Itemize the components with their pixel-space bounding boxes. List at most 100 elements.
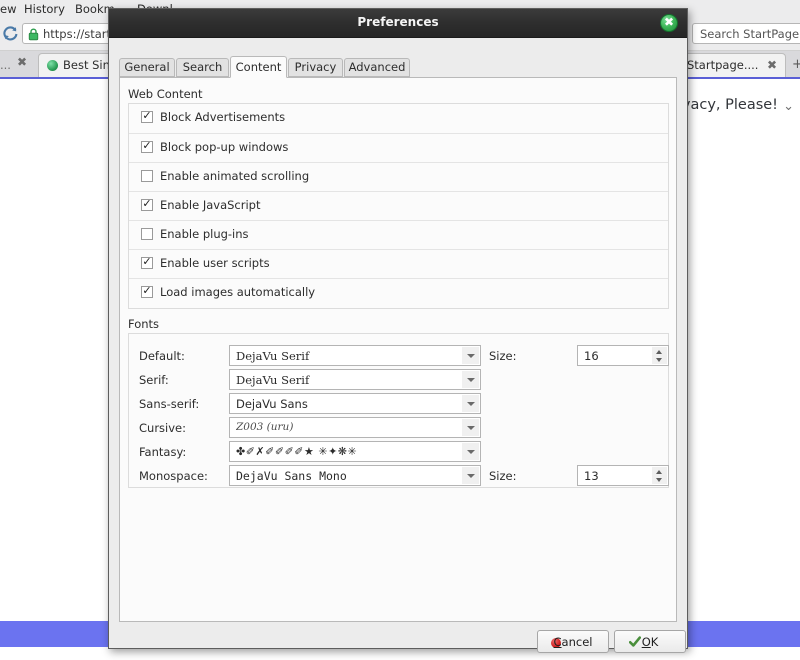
web-content-groupbox: ✓ Block Advertisements ✓ Block pop-up wi… xyxy=(128,103,669,309)
font-value-sans-serif: DejaVu Sans xyxy=(236,397,458,411)
font-value-serif: DejaVu Serif xyxy=(236,373,458,387)
globe-icon xyxy=(47,60,58,71)
spinner-monospace[interactable] xyxy=(652,467,667,484)
dialog-title: Preferences xyxy=(109,15,687,29)
font-select-sans-serif[interactable]: DejaVu Sans xyxy=(229,393,481,414)
menu-item-view[interactable]: ew xyxy=(0,2,16,16)
page-heading: ivacy, Please! xyxy=(678,97,778,113)
font-select-cursive[interactable]: Z003 (uru) xyxy=(229,417,481,438)
font-size-monospace[interactable]: 13 xyxy=(577,465,669,486)
font-select-fantasy[interactable]: ✤✐✗✐✐✐✐★ ✳✦❋✳ xyxy=(229,441,481,462)
font-row-sans-serif: Sans-serif: DejaVu Sans xyxy=(129,392,668,416)
checkbox-enable-plugins[interactable] xyxy=(141,228,153,240)
font-size-value-monospace: 13 xyxy=(584,469,599,483)
checkbox-label-enable-javascript: Enable JavaScript xyxy=(160,198,260,212)
checkbox-enable-javascript[interactable]: ✓ xyxy=(141,199,153,211)
font-select-monospace[interactable]: DejaVu Sans Mono xyxy=(229,465,481,486)
checkbox-label-enable-user-scripts: Enable user scripts xyxy=(160,256,270,270)
dialog-body: General Search Content Privacy Advanced … xyxy=(109,38,687,648)
checkbox-row-enable-javascript[interactable]: ✓ Enable JavaScript xyxy=(129,191,668,220)
content-panel: Web Content ✓ Block Advertisements ✓ Blo… xyxy=(119,77,677,622)
checkbox-row-enable-plugins[interactable]: Enable plug-ins xyxy=(129,220,668,249)
check-icon: ✓ xyxy=(142,284,152,298)
checkbox-animated-scrolling[interactable] xyxy=(141,170,153,182)
size-label-default: Size: xyxy=(489,349,516,363)
check-icon: ✓ xyxy=(142,109,152,123)
font-select-default[interactable]: DejaVu Serif xyxy=(229,345,481,366)
checkbox-row-enable-user-scripts[interactable]: ✓ Enable user scripts xyxy=(129,249,668,278)
preferences-dialog: Preferences ✖ General Search Content Pri… xyxy=(108,8,688,649)
font-row-monospace: Monospace: DejaVu Sans Mono Size: 13 xyxy=(129,464,668,488)
checkbox-enable-user-scripts[interactable]: ✓ xyxy=(141,257,153,269)
browser-tab-1[interactable]: Startpage.... ✖ xyxy=(678,53,786,77)
tab-content[interactable]: Content xyxy=(230,56,287,78)
reload-icon[interactable] xyxy=(2,25,19,42)
close-icon[interactable]: ✖ xyxy=(660,14,678,32)
checkbox-label-enable-plugins: Enable plug-ins xyxy=(160,227,249,241)
font-label-default: Default: xyxy=(139,349,185,363)
fonts-groupbox: Default: DejaVu Serif Size: 16 S xyxy=(128,333,669,488)
chevron-down-icon[interactable] xyxy=(462,467,479,484)
ok-button-label: OK xyxy=(615,635,685,649)
font-row-cursive: Cursive: Z003 (uru) xyxy=(129,416,668,440)
fonts-group-label: Fonts xyxy=(128,317,159,331)
tab-truncated-label: ... xyxy=(0,58,11,72)
check-icon: ✓ xyxy=(142,255,152,269)
font-size-value-default: 16 xyxy=(584,349,599,363)
menu-item-history[interactable]: History xyxy=(24,2,65,16)
font-label-serif: Serif: xyxy=(139,373,169,387)
cancel-button-label: Cancel xyxy=(538,635,608,649)
tab-search[interactable]: Search xyxy=(176,58,229,77)
font-size-default[interactable]: 16 xyxy=(577,345,669,366)
checkbox-block-popups[interactable]: ✓ xyxy=(141,141,153,153)
cancel-button[interactable]: Cancel xyxy=(537,630,609,653)
size-label-monospace: Size: xyxy=(489,469,516,483)
web-content-group-label: Web Content xyxy=(128,87,202,101)
tab-close-icon-0[interactable]: ✖ xyxy=(17,55,27,69)
checkbox-row-animated-scrolling[interactable]: Enable animated scrolling xyxy=(129,162,668,191)
tab-advanced[interactable]: Advanced xyxy=(344,58,410,77)
font-row-default: Default: DejaVu Serif Size: 16 xyxy=(129,344,668,368)
font-value-default: DejaVu Serif xyxy=(236,349,458,363)
checkbox-row-block-advertisements[interactable]: ✓ Block Advertisements xyxy=(129,104,668,133)
font-label-fantasy: Fantasy: xyxy=(139,445,186,459)
checkbox-row-load-images[interactable]: ✓ Load images automatically xyxy=(129,278,668,307)
checkbox-load-images[interactable]: ✓ xyxy=(141,286,153,298)
font-row-serif: Serif: DejaVu Serif xyxy=(129,368,668,392)
tab-close-icon-1[interactable]: ✖ xyxy=(767,58,777,72)
font-value-cursive: Z003 (uru) xyxy=(236,421,458,433)
browser-tab-label-1: Startpage.... xyxy=(687,58,758,72)
checkbox-label-load-images: Load images automatically xyxy=(160,285,315,299)
font-select-serif[interactable]: DejaVu Serif xyxy=(229,369,481,390)
chevron-down-icon[interactable]: ⌄ xyxy=(783,99,794,114)
spinner-default[interactable] xyxy=(652,347,667,364)
close-glyph: ✖ xyxy=(661,14,677,30)
font-label-sans-serif: Sans-serif: xyxy=(139,397,199,411)
check-icon: ✓ xyxy=(142,139,152,153)
chevron-down-icon[interactable] xyxy=(462,419,479,436)
font-row-fantasy: Fantasy: ✤✐✗✐✐✐✐★ ✳✦❋✳ xyxy=(129,440,668,464)
dialog-titlebar[interactable]: Preferences ✖ xyxy=(109,9,687,38)
chevron-down-icon[interactable] xyxy=(462,443,479,460)
checkbox-row-block-popups[interactable]: ✓ Block pop-up windows xyxy=(129,133,668,162)
tab-general[interactable]: General xyxy=(119,58,175,77)
ok-button[interactable]: OK xyxy=(614,630,686,653)
padlock-icon xyxy=(28,28,39,41)
font-value-monospace: DejaVu Sans Mono xyxy=(236,469,458,483)
chevron-down-icon[interactable] xyxy=(462,347,479,364)
chevron-down-icon[interactable] xyxy=(462,395,479,412)
chevron-down-icon[interactable] xyxy=(462,371,479,388)
checkbox-label-block-advertisements: Block Advertisements xyxy=(160,110,285,124)
search-input[interactable]: Search StartPage xyxy=(700,27,799,41)
tab-privacy[interactable]: Privacy xyxy=(288,58,343,77)
search-bar[interactable]: Search StartPage xyxy=(692,23,800,44)
screen: ew History Bookm... Downl... xyxy=(0,0,800,660)
check-icon: ✓ xyxy=(142,197,152,211)
new-tab-button[interactable]: + xyxy=(792,57,800,72)
font-value-fantasy: ✤✐✗✐✐✐✐★ ✳✦❋✳ xyxy=(236,445,458,458)
checkbox-label-animated-scrolling: Enable animated scrolling xyxy=(160,169,309,183)
font-label-monospace: Monospace: xyxy=(139,469,208,483)
checkbox-block-advertisements[interactable]: ✓ xyxy=(141,111,153,123)
font-label-cursive: Cursive: xyxy=(139,421,186,435)
checkbox-label-block-popups: Block pop-up windows xyxy=(160,140,288,154)
